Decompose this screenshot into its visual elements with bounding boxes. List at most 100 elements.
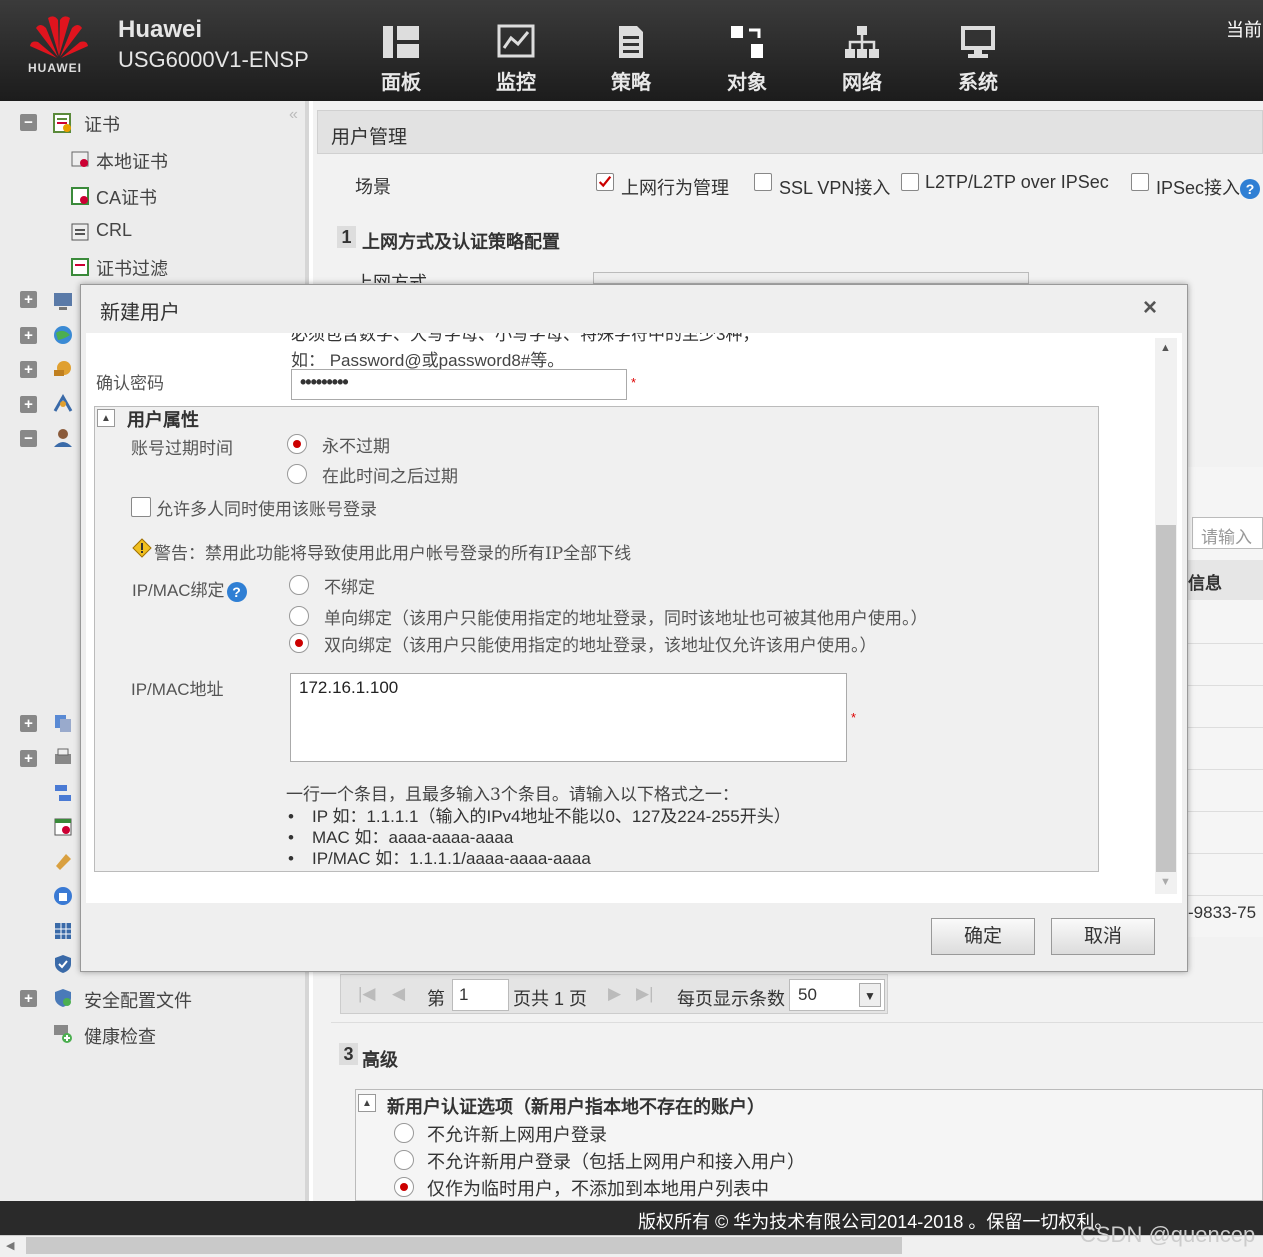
collapse-toggle[interactable]: −	[20, 430, 37, 447]
radio-temporary-user[interactable]	[394, 1177, 414, 1197]
nav-monitor[interactable]: 监控	[481, 24, 551, 95]
nav-network[interactable]: 网络	[827, 24, 897, 95]
page-number-input[interactable]: 1	[452, 979, 509, 1011]
scrollbar-thumb[interactable]	[26, 1237, 902, 1254]
globe-icon	[54, 326, 72, 344]
prev-page-icon[interactable]: ◀	[392, 984, 405, 1004]
sidebar-item-local-cert[interactable]: 本地证书	[96, 148, 168, 174]
sidebar-item-health-check[interactable]: 健康检查	[84, 1023, 156, 1049]
per-page-select[interactable]: 50 ▼	[789, 979, 885, 1011]
checkmark-icon	[598, 175, 612, 188]
nav-policy[interactable]: 策略	[596, 24, 666, 95]
collapse-section-toggle[interactable]: ▲	[358, 1094, 376, 1112]
copyright-text: 版权所有 © 华为技术有限公司2014-2018 。保留一切权利。	[638, 1212, 1113, 1232]
confirm-password-input[interactable]: •••••••••	[291, 369, 627, 400]
radio-no-bind[interactable]	[289, 575, 309, 595]
nav-label: 面板	[381, 72, 421, 94]
sidebar-item-cert-filter[interactable]: 证书过滤	[96, 255, 168, 281]
radio-never-expire[interactable]	[287, 434, 307, 454]
page-prefix: 第	[427, 989, 445, 1009]
expand-toggle[interactable]: +	[20, 361, 37, 378]
sidebar-item-ca-cert[interactable]: CA证书	[96, 184, 157, 210]
radio-two-way-bind[interactable]	[289, 633, 309, 653]
sidebar-item-security-profile[interactable]: 安全配置文件	[84, 987, 192, 1013]
last-page-icon[interactable]: ▶|	[636, 984, 654, 1004]
search-input[interactable]: 请输入	[1192, 517, 1263, 549]
scenario-checkbox-sslvpn[interactable]	[754, 173, 772, 191]
ipmac-address-label: IP/MAC地址	[131, 680, 224, 699]
column-header-info: 信息	[1188, 574, 1222, 593]
expire-label: 账号过期时间	[131, 439, 233, 459]
section-title: 用户属性	[127, 410, 199, 431]
ipmac-address-textarea[interactable]: 172.16.1.100	[290, 673, 847, 762]
radio-label: 双向绑定（该用户只能使用指定的地址登录，该地址仅允许该用户使用。）	[324, 636, 877, 656]
sidebar-item-certificate[interactable]: 证书	[84, 111, 120, 137]
multi-login-checkbox[interactable]	[131, 497, 151, 517]
scenario-label-internet: 上网行为管理	[621, 178, 729, 198]
keys-icon	[54, 361, 71, 376]
expand-toggle[interactable]: +	[20, 291, 37, 308]
database-icon	[54, 887, 72, 905]
server-icon	[55, 785, 71, 801]
scenario-label-ipsec: IPSec接入?	[1156, 174, 1261, 200]
scroll-down-icon[interactable]: ▼	[1160, 876, 1171, 888]
expand-toggle[interactable]: +	[20, 715, 37, 732]
step-title: 上网方式及认证策略配置	[362, 232, 560, 252]
section-title: 新用户认证选项（新用户指本地不存在的账户）	[387, 1097, 765, 1117]
step-number: 3	[339, 1043, 358, 1065]
panel-header	[317, 110, 1263, 154]
certificate-icon	[53, 113, 71, 133]
radio-one-way-bind[interactable]	[289, 606, 309, 626]
scroll-left-icon[interactable]: ◀	[6, 1239, 14, 1252]
required-mark: *	[851, 710, 857, 725]
health-check-icon	[54, 1025, 72, 1043]
collapse-section-toggle[interactable]: ▲	[97, 409, 115, 427]
current-user-text: 当前	[1226, 20, 1262, 40]
radio-label: 不允许新上网用户登录	[427, 1125, 607, 1145]
object-icon	[731, 26, 763, 58]
help-icon[interactable]: ?	[1240, 179, 1261, 200]
sidebar-item-crl[interactable]: CRL	[96, 220, 132, 241]
close-icon[interactable]: ×	[1143, 294, 1157, 322]
expand-toggle[interactable]: +	[20, 327, 37, 344]
nav-label: 监控	[496, 72, 536, 94]
scrollbar-thumb[interactable]	[1156, 525, 1176, 872]
dialog-title: 新建用户	[100, 300, 180, 324]
nav-system[interactable]: 系统	[943, 24, 1013, 95]
page-total: 页共 1 页	[513, 989, 588, 1009]
required-mark: *	[631, 375, 637, 390]
radio-label: 仅作为临时用户，不添加到本地用户列表中	[427, 1179, 769, 1199]
nav-object[interactable]: 对象	[712, 24, 782, 95]
monitor-small-icon	[54, 293, 72, 310]
chevron-down-icon: ▼	[859, 983, 881, 1007]
collapse-sidebar-button[interactable]: «	[289, 106, 298, 124]
printer-icon	[55, 748, 71, 764]
scenario-checkbox-internet[interactable]	[596, 173, 614, 191]
first-page-icon[interactable]: |◀	[358, 984, 376, 1004]
help-icon[interactable]: ?	[226, 581, 247, 602]
cancel-button[interactable]: 取消	[1051, 918, 1155, 955]
ok-button[interactable]: 确定	[931, 918, 1035, 955]
list-item: IP/MAC 如：1.1.1.1/aaaa-aaaa-aaaa	[286, 844, 791, 868]
next-page-icon[interactable]: ▶	[608, 984, 621, 1004]
step-number: 1	[337, 226, 356, 248]
collapse-toggle[interactable]: −	[20, 114, 37, 131]
calendar-icon	[54, 818, 72, 836]
ipmac-bind-label-text: IP/MAC绑定	[132, 581, 225, 600]
access-method-select[interactable]	[593, 272, 1029, 284]
radio-expire-after[interactable]	[287, 464, 307, 484]
nav-dashboard[interactable]: 面板	[366, 24, 436, 95]
scroll-up-icon[interactable]: ▲	[1160, 342, 1171, 354]
expand-toggle[interactable]: +	[20, 750, 37, 767]
scenario-checkbox-ipsec[interactable]	[1131, 173, 1149, 191]
expand-toggle[interactable]: +	[20, 396, 37, 413]
password-hint: 必须包含数字、大写字母、小写字母、特殊字符中的至少3种，	[291, 333, 760, 343]
system-icon	[961, 26, 995, 58]
step-title: 高级	[362, 1050, 398, 1070]
expand-toggle[interactable]: +	[20, 990, 37, 1007]
watermark: CSDN @quencep	[1080, 1222, 1256, 1247]
radio-no-new-internet-user[interactable]	[394, 1123, 414, 1143]
scenario-checkbox-l2tp[interactable]	[901, 173, 919, 191]
radio-no-new-user[interactable]	[394, 1150, 414, 1170]
cert-filter-icon	[71, 258, 89, 276]
